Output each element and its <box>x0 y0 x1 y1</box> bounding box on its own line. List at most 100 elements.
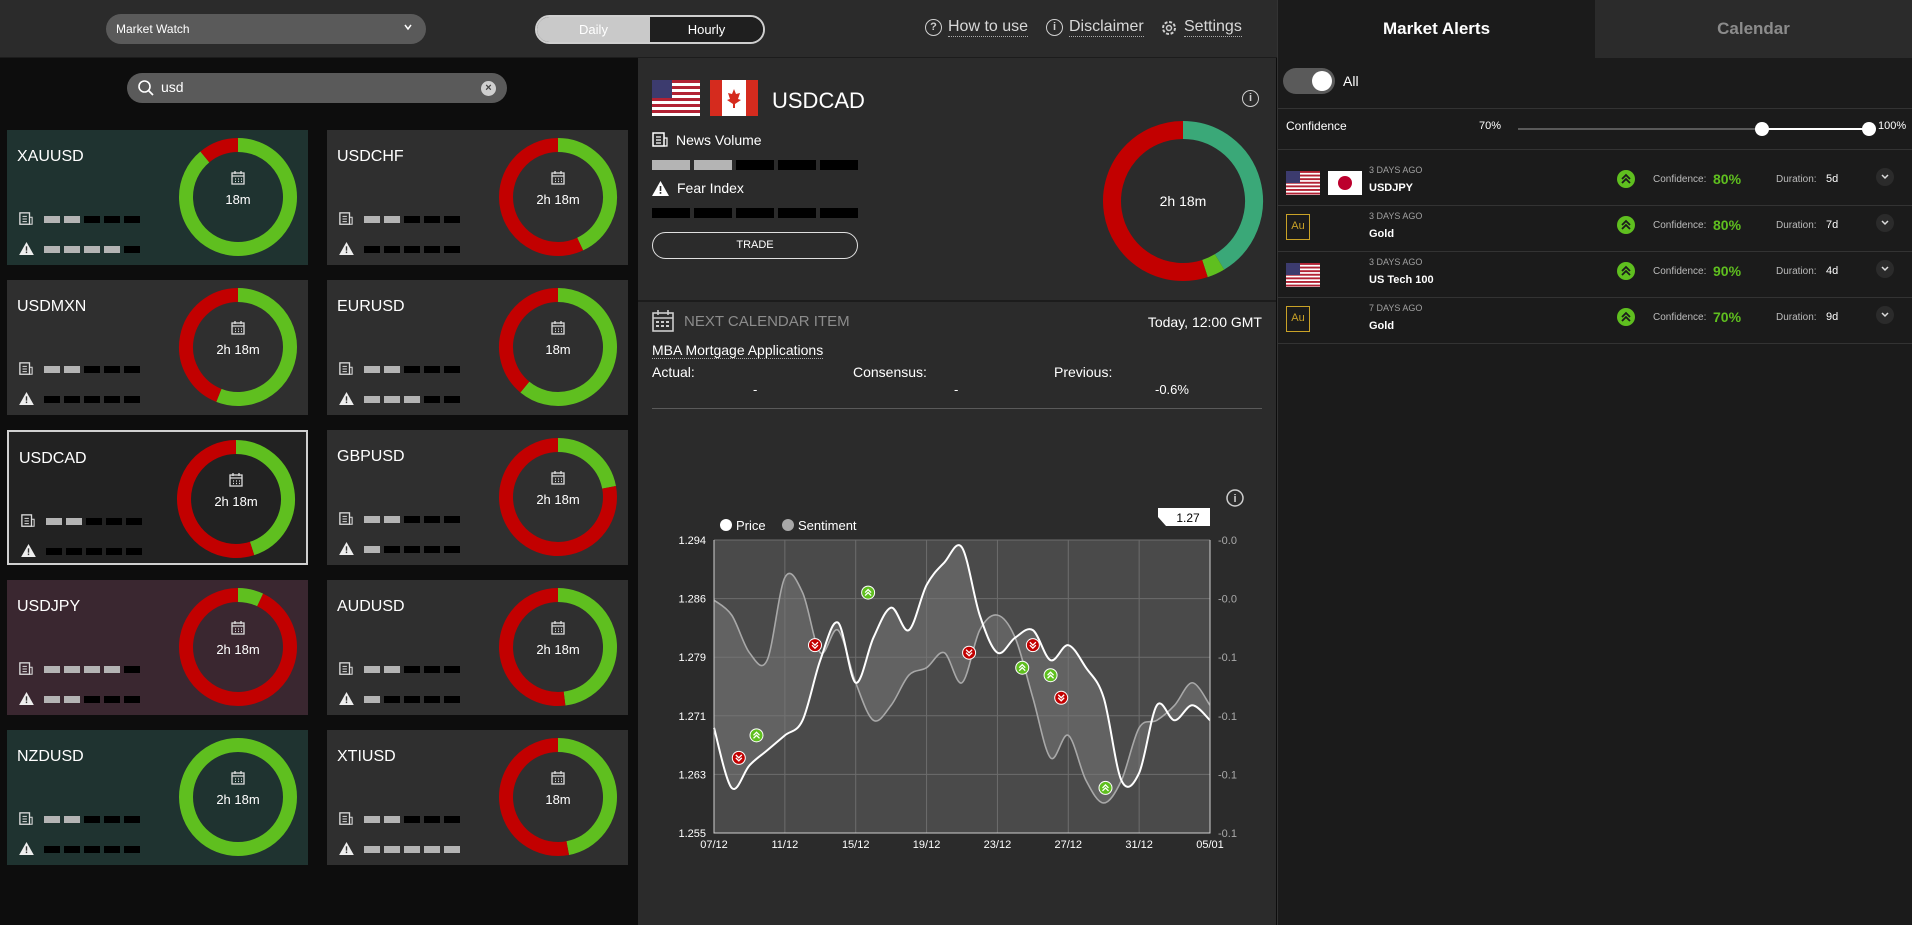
duration-label: Duration: <box>1776 220 1817 231</box>
expand-chevron-icon[interactable] <box>1876 260 1894 278</box>
fear-meter <box>19 842 140 856</box>
buy-signal-icon[interactable] <box>1098 780 1113 795</box>
meter-segment <box>404 845 420 853</box>
market-card-eurusd[interactable]: EURUSD 18m <box>327 280 628 415</box>
news-volume-meter <box>652 160 858 170</box>
market-card-usdcad[interactable]: USDCAD 2h 18m <box>7 430 308 565</box>
market-card-xauusd[interactable]: XAUUSD 18m <box>7 130 308 265</box>
meter-segment <box>694 208 732 218</box>
news-icon <box>339 512 356 526</box>
calendar-icon <box>551 471 565 485</box>
meter-segment <box>404 695 420 703</box>
market-card-usdjpy[interactable]: USDJPY 2h 18m <box>7 580 308 715</box>
search-value: usd <box>161 79 184 95</box>
warning-icon <box>21 544 38 558</box>
disclaimer-link[interactable]: i Disclaimer <box>1046 18 1144 37</box>
market-card-usdchf[interactable]: USDCHF 2h 18m <box>327 130 628 265</box>
confidence-label: Confidence <box>1286 119 1347 133</box>
trade-button[interactable]: TRADE <box>652 232 858 259</box>
market-card-name: USDJPY <box>17 598 81 615</box>
warning-icon <box>19 392 36 406</box>
alert-row[interactable]: 3 DAYS AGO US Tech 100 Confidence: 90% Durat… <box>1278 252 1912 298</box>
all-toggle[interactable] <box>1283 68 1335 94</box>
sell-signal-icon[interactable] <box>1054 690 1069 705</box>
meter-segment <box>384 215 400 223</box>
sell-signal-icon[interactable] <box>807 638 822 653</box>
expand-chevron-icon[interactable] <box>1876 306 1894 324</box>
meter-segment <box>384 665 400 673</box>
sentiment-donut: 2h 18m <box>179 738 297 856</box>
calendar-icon <box>551 621 565 635</box>
how-to-use-link[interactable]: ? How to use <box>925 18 1029 37</box>
market-dropdown[interactable]: Market Watch <box>106 14 426 44</box>
market-card-usdmxn[interactable]: USDMXN 2h 18m <box>7 280 308 415</box>
meter-segment <box>364 845 380 853</box>
meter-segment <box>424 365 440 373</box>
expand-chevron-icon[interactable] <box>1876 214 1894 232</box>
meter-segment <box>64 695 80 703</box>
next-calendar-title: NEXT CALENDAR ITEM <box>684 312 850 330</box>
slider-min-handle[interactable] <box>1755 122 1769 136</box>
buy-signal-icon[interactable] <box>861 585 876 600</box>
tab-daily[interactable]: Daily <box>537 17 650 42</box>
bullish-icon <box>1617 308 1635 326</box>
meter-segment <box>64 665 80 673</box>
meter-segment <box>44 845 60 853</box>
warning-icon <box>19 842 36 856</box>
meter-segment <box>104 395 120 403</box>
meter-segment <box>66 547 82 555</box>
clear-search-icon[interactable]: × <box>481 81 496 96</box>
tab-market-alerts[interactable]: Market Alerts <box>1278 0 1595 58</box>
search-input[interactable]: usd × <box>127 73 507 103</box>
sentiment-donut: 2h 18m <box>499 588 617 706</box>
market-card-name: USDCAD <box>19 450 87 467</box>
chart-info-icon[interactable]: i <box>1226 489 1244 507</box>
buy-signal-icon[interactable] <box>1043 668 1058 683</box>
market-card-xtiusd[interactable]: XTIUSD 18m <box>327 730 628 865</box>
buy-signal-icon[interactable] <box>749 728 764 743</box>
meter-segment <box>384 815 400 823</box>
calendar-event-link[interactable]: MBA Mortgage Applications <box>652 342 824 359</box>
meter-segment <box>424 695 440 703</box>
alert-time-ago: 3 DAYS AGO <box>1369 165 1423 175</box>
price-sentiment-chart: 1.2941.2861.2791.2711.2631.255-0.0-0.0-0… <box>678 489 1244 851</box>
meter-segment <box>126 517 142 525</box>
sell-signal-icon[interactable] <box>731 750 746 765</box>
right-tabs: Market Alerts Calendar <box>1278 0 1912 58</box>
y-tick-label: 1.271 <box>678 711 706 723</box>
meter-segment <box>444 215 460 223</box>
market-dropdown-label: Market Watch <box>116 22 190 36</box>
meter-segment <box>404 665 420 673</box>
meter-segment <box>124 815 140 823</box>
calendar-time: Today, 12:00 GMT <box>1147 314 1262 330</box>
tab-calendar[interactable]: Calendar <box>1595 0 1912 58</box>
info-icon[interactable]: i <box>1242 90 1259 107</box>
sell-signal-icon[interactable] <box>1025 638 1040 653</box>
meter-segment <box>444 515 460 523</box>
expand-chevron-icon[interactable] <box>1876 168 1894 186</box>
donut-time-label: 18m <box>545 792 570 807</box>
alert-row[interactable]: 3 DAYS AGO USDJPY Confidence: 80% Duration: 5… <box>1278 160 1912 206</box>
slider-max-handle[interactable] <box>1862 122 1876 136</box>
calendar-icon <box>231 321 245 335</box>
market-card-nzdusd[interactable]: NZDUSD 2h 18m <box>7 730 308 865</box>
alert-row[interactable]: Au 7 DAYS AGO Gold Confidence: 70% Duration: 9… <box>1278 298 1912 344</box>
tab-hourly[interactable]: Hourly <box>650 17 763 42</box>
meter-segment <box>104 695 120 703</box>
alert-name: US Tech 100 <box>1369 274 1434 286</box>
alert-row[interactable]: Au 3 DAYS AGO Gold Confidence: 80% Duration: 7… <box>1278 206 1912 252</box>
meter-segment <box>384 395 400 403</box>
settings-link[interactable]: Settings <box>1160 18 1242 37</box>
sell-signal-icon[interactable] <box>962 645 977 660</box>
buy-signal-icon[interactable] <box>1015 660 1030 675</box>
legend-label: Price <box>736 518 766 533</box>
meter-segment <box>44 695 60 703</box>
news-icon <box>19 812 36 826</box>
market-card-gbpusd[interactable]: GBPUSD 2h 18m <box>327 430 628 565</box>
x-tick-label: 07/12 <box>700 839 728 851</box>
warning-icon <box>339 692 356 706</box>
market-card-audusd[interactable]: AUDUSD 2h 18m <box>327 580 628 715</box>
meter-segment <box>124 365 140 373</box>
donut-green-arc <box>237 588 264 607</box>
alert-time-ago: 7 DAYS AGO <box>1369 303 1423 313</box>
